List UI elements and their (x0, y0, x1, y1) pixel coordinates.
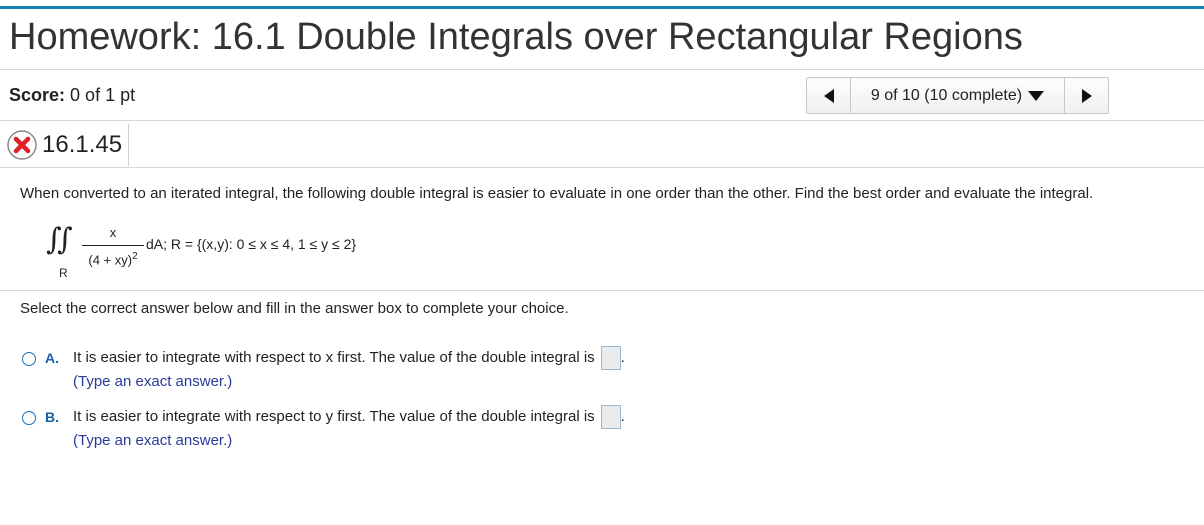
score-value: 0 of 1 pt (70, 85, 136, 105)
question-navigator: 9 of 10 (10 complete) (806, 77, 1109, 114)
instruction-text: Select the correct answer below and fill… (20, 300, 569, 317)
score-label: Score: (9, 85, 66, 105)
choice-a-content: It is easier to integrate with respect t… (73, 346, 625, 394)
region-label: R (59, 266, 68, 280)
question-prompt: When converted to an iterated integral, … (20, 185, 1094, 202)
choice-b-letter: B. (45, 409, 59, 425)
question-progress-dropdown[interactable]: 9 of 10 (10 complete) (850, 78, 1065, 113)
prev-arrow-icon (823, 88, 834, 103)
dropdown-caret-icon (1028, 90, 1045, 101)
integrand-numerator: x (109, 225, 117, 240)
choice-b-content: It is easier to integrate with respect t… (73, 405, 625, 453)
choice-a-answer-box[interactable] (600, 346, 621, 370)
score-display: Score: 0 of 1 pt (9, 85, 135, 106)
integral-sign: ∫ (57, 222, 73, 257)
fraction-bar (82, 245, 144, 246)
accent-bar (0, 6, 1204, 9)
choice-a-radio[interactable] (22, 352, 36, 366)
divider (0, 290, 1204, 291)
choice-a-text: It is easier to integrate with respect t… (73, 349, 595, 366)
choice-b-radio[interactable] (22, 411, 36, 425)
next-question-button[interactable] (1065, 78, 1108, 113)
choice-a-letter: A. (45, 350, 59, 366)
choice-b-period: . (620, 408, 625, 425)
choice-a-hint: (Type an exact answer.) (73, 373, 233, 390)
question-id: 16.1.45 (38, 124, 130, 166)
page-title: Homework: 16.1 Double Integrals over Rec… (9, 16, 1023, 58)
region-definition: dA; R = {(x,y): 0 ≤ x ≤ 4, 1 ≤ y ≤ 2} (146, 236, 357, 252)
choice-b-text: It is easier to integrate with respect t… (73, 408, 595, 425)
choice-b-answer-box[interactable] (600, 405, 621, 429)
question-header: 16.1.45 (6, 124, 130, 166)
previous-question-button[interactable] (807, 78, 850, 113)
double-integral-expression: ∫ ∫ R x (4 + xy)2 dA; R = {(x,y): 0 ≤ x … (46, 222, 446, 284)
divider (0, 167, 1204, 168)
incorrect-x-icon (7, 130, 37, 160)
choice-b-hint: (Type an exact answer.) (73, 432, 233, 449)
next-arrow-icon (1081, 88, 1092, 103)
integrand-denominator: (4 + xy)2 (88, 251, 138, 268)
question-progress-label: 9 of 10 (10 complete) (870, 86, 1023, 104)
choice-a-period: . (620, 349, 625, 366)
choice-a[interactable]: A. It is easier to integrate with respec… (22, 346, 625, 394)
choice-b[interactable]: B. It is easier to integrate with respec… (22, 405, 625, 453)
divider (0, 120, 1204, 121)
divider (0, 69, 1204, 70)
